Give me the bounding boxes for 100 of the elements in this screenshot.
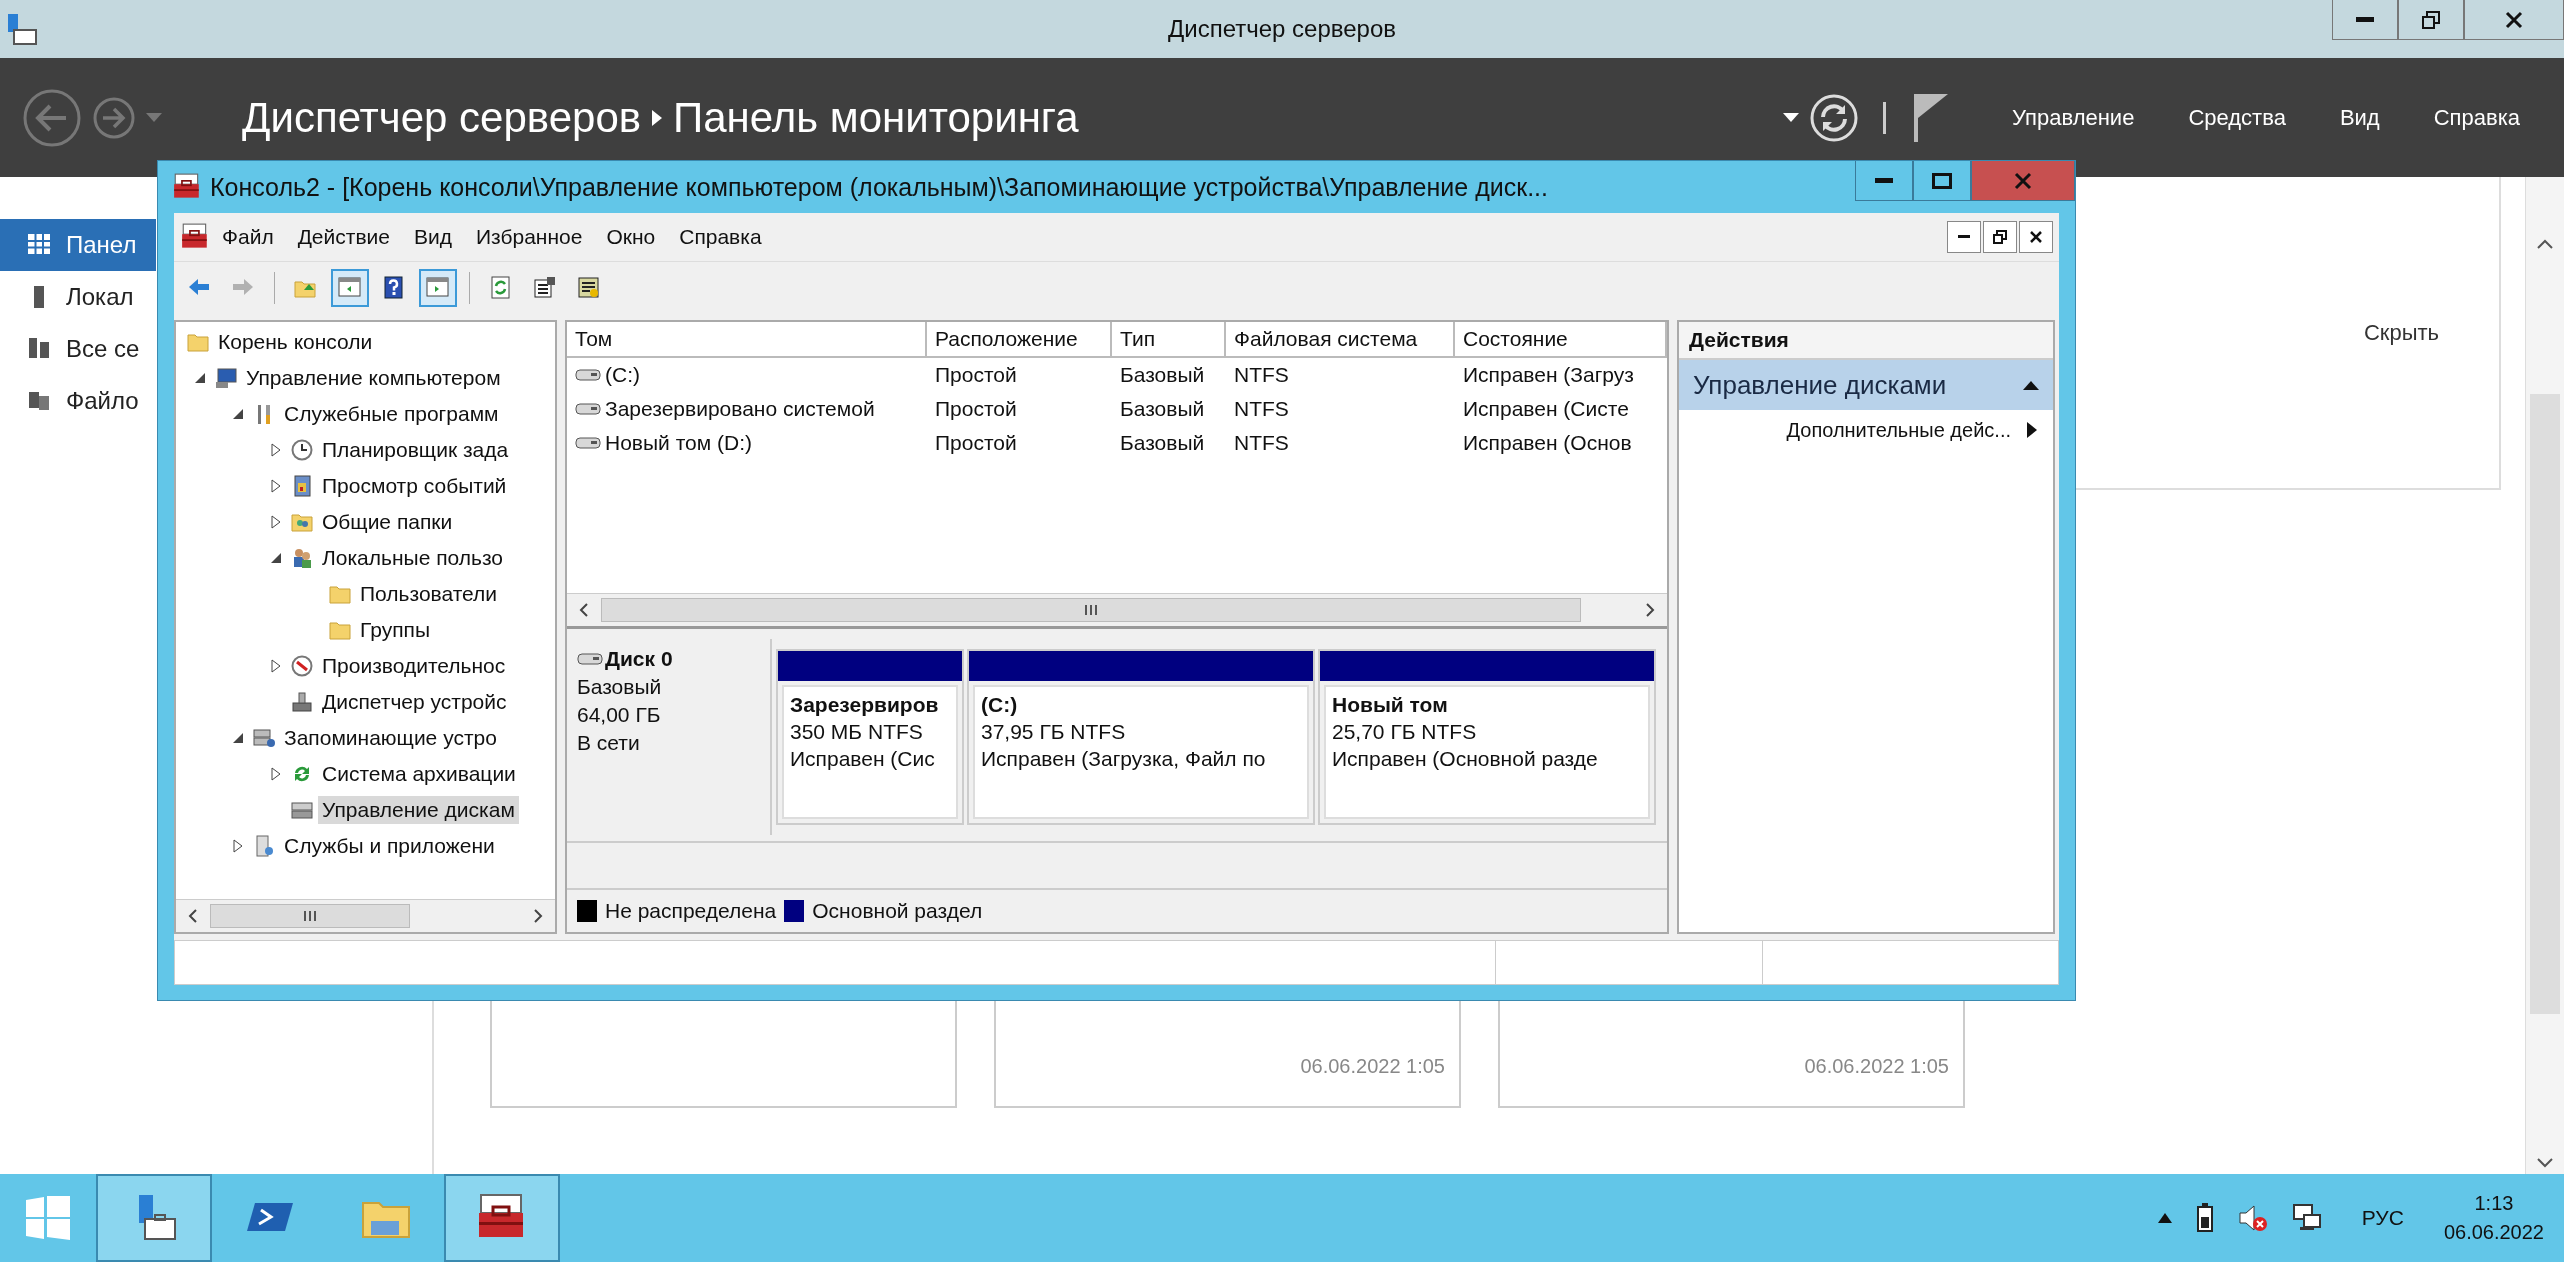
partition[interactable]: (C:) 37,95 ГБ NTFS Исправен (Загрузка, Файл по [967,649,1315,825]
table-cell: Простой [935,431,1017,455]
chevron-icon [651,108,664,127]
properties-icon [533,276,557,300]
collapse-icon[interactable] [2023,380,2039,390]
tree-item[interactable]: Пользователи [356,580,502,608]
expand-icon[interactable] [233,839,243,853]
tree-item[interactable]: Группы [356,616,434,644]
taskbar-button[interactable] [96,1174,212,1262]
tree-item[interactable]: Локальные пользо [318,544,508,572]
nav-item[interactable]: Файло [0,375,156,427]
table-cell: Исправен (Основ [1463,431,1632,455]
breadcrumb-item[interactable]: Диспетчер серверов [242,93,642,142]
column-header[interactable]: Тип [1112,322,1226,358]
partition-status: Исправен (Сис [790,747,936,771]
table-cell: (C:) [605,363,640,387]
expand-icon[interactable] [271,515,281,529]
tree-item[interactable]: Система архивации [318,760,520,788]
scroll-thumb[interactable] [210,904,410,928]
column-header[interactable]: Том [567,322,927,358]
tree-item[interactable]: Управление дискам [318,796,519,824]
table-cell: NTFS [1234,397,1289,421]
menu-item[interactable]: Справка [667,225,774,249]
refresh-icon[interactable] [1809,92,1860,143]
nav-label: Все се [66,335,140,363]
partition-name: (C:) [981,693,1019,717]
column-header[interactable]: Расположение [927,322,1112,358]
menu-item[interactable]: Справка [2411,104,2542,131]
table-cell: Новый том (D:) [605,431,752,455]
menu-item[interactable]: Вид [2317,104,2402,131]
close-button[interactable] [2019,221,2053,253]
tree-item[interactable]: Общие папки [318,508,457,536]
menu-item[interactable]: Вид [401,225,464,249]
toolbox-icon [180,223,210,251]
actions-section[interactable]: Управление дисками [1679,360,2053,410]
network-icon[interactable] [2291,1203,2322,1233]
tree-item[interactable]: Службы и приложени [280,832,499,860]
submenu-arrow-icon [2027,422,2037,438]
clock-time: 1:13 [2474,1192,2514,1215]
collapse-icon[interactable] [194,372,206,384]
menu-item[interactable]: Окно [594,225,668,249]
tree-item[interactable]: Планировщик зада [318,436,513,464]
clock[interactable]: 1:13 06.06.2022 [2443,1192,2544,1244]
breadcrumb-item: Панель мониторинга [673,93,1079,142]
minimize-icon [1875,177,1893,184]
battery-icon[interactable] [2195,1203,2214,1233]
pane-icon [338,276,362,300]
restore-button[interactable] [1983,221,2017,253]
column-header[interactable]: Файловая система [1226,322,1455,358]
tray-arrow-icon[interactable] [2157,1213,2172,1223]
partition[interactable]: Зарезервиров 350 МБ NTFS Исправен (Сис [776,649,964,825]
maximize-button[interactable] [1913,161,1971,201]
dropdown-icon[interactable] [1783,112,1800,123]
taskbar-button[interactable] [444,1174,560,1262]
restore-button[interactable] [2398,0,2464,40]
expand-icon[interactable] [271,479,281,493]
pane-icon [426,276,450,300]
tree-item[interactable]: Производительнос [318,652,510,680]
expand-icon[interactable] [271,767,281,781]
help-icon [382,276,406,300]
scroll-up-icon[interactable] [2535,237,2555,251]
menu-item[interactable]: Избранное [463,225,595,249]
partition[interactable]: Новый том 25,70 ГБ NTFS Исправен (Основной разде [1318,649,1656,825]
windows-icon [26,1196,70,1240]
collapse-icon[interactable] [232,408,244,420]
toolbox-icon [172,173,202,201]
tree-item[interactable]: Корень консоли [214,328,377,356]
menu-item[interactable]: Действие [285,225,402,249]
menu-item[interactable]: Управление [1990,104,2157,131]
computer-icon [214,367,238,389]
folder-icon [186,331,210,353]
restore-icon [2422,10,2440,29]
partition-size: 350 МБ NTFS [790,720,924,744]
partition-size: 37,95 ГБ NTFS [981,720,1127,744]
menu-item[interactable]: Файл [210,225,286,249]
action-item[interactable]: Дополнительные дейс... [1679,410,2053,450]
expand-icon[interactable] [271,443,281,457]
scroll-thumb[interactable] [601,598,1581,622]
partition-size: 25,70 ГБ NTFS [1332,720,1478,744]
menu-item[interactable]: Средства [2166,104,2308,131]
tree-item[interactable]: Диспетчер устройс [318,688,511,716]
nav-item[interactable]: Локал [0,271,156,323]
tree-item[interactable]: Управление компьютером [242,364,505,392]
language-indicator[interactable]: РУС [2361,1206,2404,1230]
speaker-muted-icon[interactable] [2237,1203,2268,1233]
tree-item[interactable]: Запоминающие устро [280,724,501,752]
column-header[interactable]: Состояние [1455,322,1667,358]
nav-item[interactable]: Панел [0,219,156,271]
collapse-icon[interactable] [270,552,282,564]
collapse-icon[interactable] [232,732,244,744]
table-cell: NTFS [1234,363,1289,387]
hide-link[interactable]: Скрыть [2363,319,2439,346]
scroll-down-icon[interactable] [2535,1156,2555,1170]
expand-icon[interactable] [271,659,281,673]
nav-item[interactable]: Все се [0,323,156,375]
minimize-button[interactable] [1855,161,1913,201]
minimize-button[interactable] [1947,221,1981,253]
tree-item[interactable]: Служебные программ [280,400,503,428]
minimize-button[interactable] [2332,0,2398,40]
tree-item[interactable]: Просмотр событий [318,472,511,500]
